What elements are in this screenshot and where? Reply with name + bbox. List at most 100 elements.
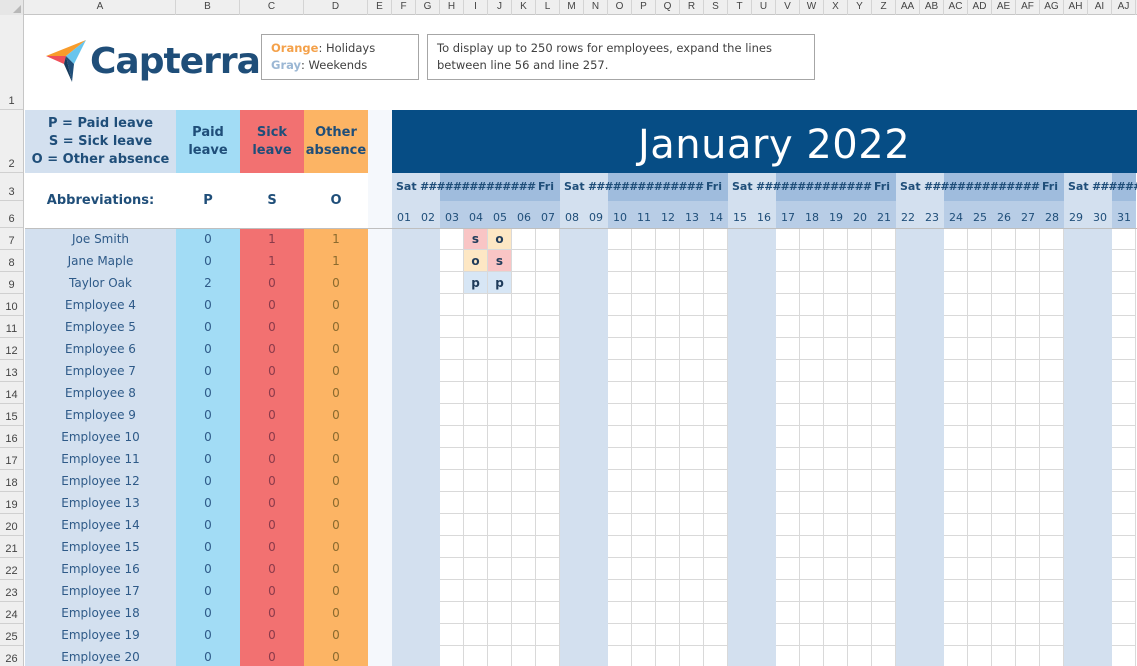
day-cell[interactable] [728,624,752,646]
day-cell[interactable] [440,294,464,316]
day-cell[interactable] [1088,492,1112,514]
day-cell[interactable] [464,602,488,624]
day-cell[interactable] [704,448,728,470]
day-cell[interactable] [416,404,440,426]
day-cell[interactable] [440,448,464,470]
column-header-a[interactable]: A [25,0,176,15]
day-cell[interactable] [632,338,656,360]
day-cell[interactable] [872,558,896,580]
day-cell[interactable] [944,470,968,492]
day-cell[interactable] [896,294,920,316]
day-cell[interactable] [656,492,680,514]
day-cell[interactable] [512,602,536,624]
day-cell[interactable] [1016,580,1040,602]
day-cell[interactable] [1040,470,1064,492]
day-cell[interactable] [1088,624,1112,646]
day-cell[interactable] [872,272,896,294]
day-cell[interactable] [440,360,464,382]
day-cell[interactable] [1064,228,1088,250]
day-cell[interactable] [776,426,800,448]
day-cell[interactable] [1064,602,1088,624]
day-cell[interactable] [1112,646,1136,666]
day-cell[interactable] [1112,536,1136,558]
day-cell[interactable] [824,426,848,448]
day-cell[interactable] [512,228,536,250]
day-cell[interactable] [416,382,440,404]
employee-name[interactable]: Employee 17 [25,580,176,602]
day-cell[interactable] [920,316,944,338]
day-cell[interactable] [1040,360,1064,382]
day-cell[interactable] [944,316,968,338]
day-cell[interactable] [848,646,872,666]
day-cell[interactable] [944,228,968,250]
day-cell[interactable] [440,250,464,272]
day-cell[interactable] [800,558,824,580]
day-cell[interactable] [872,228,896,250]
day-cell[interactable] [920,558,944,580]
day-cell[interactable] [560,646,584,666]
day-cell[interactable] [704,404,728,426]
day-cell[interactable] [1088,316,1112,338]
day-cell[interactable] [968,426,992,448]
row-header-3[interactable]: 3 [0,173,23,201]
abbr-paid[interactable]: P [176,173,240,228]
day-cell[interactable] [728,250,752,272]
day-cell[interactable] [536,272,560,294]
day-cell[interactable] [680,624,704,646]
column-header-u[interactable]: U [752,0,776,15]
day-cell[interactable] [464,294,488,316]
day-cell[interactable] [752,272,776,294]
day-cell[interactable] [392,602,416,624]
day-cell[interactable] [944,580,968,602]
abbr-sick[interactable]: S [240,173,304,228]
day-cell[interactable] [992,536,1016,558]
day-cell[interactable] [776,316,800,338]
day-cell[interactable] [896,426,920,448]
day-cell[interactable] [392,426,416,448]
day-cell[interactable] [800,404,824,426]
day-cell[interactable] [824,250,848,272]
day-cell[interactable] [752,470,776,492]
day-cell[interactable] [704,426,728,448]
day-cell[interactable] [992,360,1016,382]
day-cell[interactable] [680,294,704,316]
column-header-aa[interactable]: AA [896,0,920,15]
column-header-y[interactable]: Y [848,0,872,15]
day-cell[interactable] [632,558,656,580]
day-cell[interactable] [800,338,824,360]
day-cell[interactable] [392,272,416,294]
day-cell[interactable] [752,558,776,580]
row-header-6[interactable]: 6 [0,201,23,228]
day-cell[interactable] [512,536,536,558]
day-cell[interactable] [728,448,752,470]
day-cell[interactable] [944,426,968,448]
day-cell[interactable] [1112,580,1136,602]
column-header-b[interactable]: B [176,0,240,15]
day-cell[interactable] [512,514,536,536]
day-cell[interactable] [464,360,488,382]
day-cell[interactable] [728,514,752,536]
day-cell[interactable] [872,294,896,316]
day-cell[interactable] [680,272,704,294]
day-cell[interactable] [1112,602,1136,624]
day-cell[interactable] [416,250,440,272]
day-cell[interactable] [1016,250,1040,272]
employee-name[interactable]: Employee 6 [25,338,176,360]
day-cell[interactable] [680,602,704,624]
day-cell[interactable] [488,580,512,602]
day-cell[interactable] [920,338,944,360]
day-cell[interactable] [584,492,608,514]
employee-name[interactable]: Employee 15 [25,536,176,558]
day-cell[interactable] [728,536,752,558]
day-cell[interactable] [632,316,656,338]
day-cell[interactable] [656,338,680,360]
day-cell[interactable] [848,514,872,536]
column-header-e[interactable]: E [368,0,392,15]
day-cell[interactable] [992,492,1016,514]
day-cell[interactable] [920,228,944,250]
day-cell[interactable] [680,536,704,558]
day-cell[interactable] [1088,228,1112,250]
day-cell[interactable] [704,470,728,492]
day-cell[interactable] [872,624,896,646]
day-cell[interactable] [536,404,560,426]
